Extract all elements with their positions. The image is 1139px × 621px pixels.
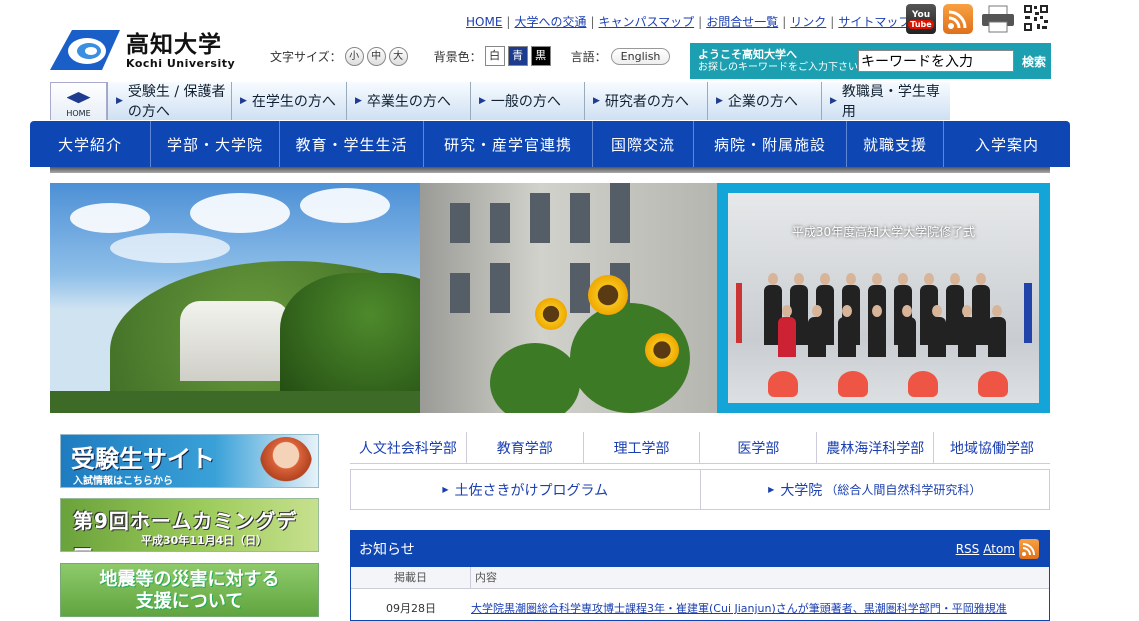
news-date: 09月28日	[386, 602, 436, 615]
audience-researchers[interactable]: ▶ 研究者の方へ	[584, 82, 707, 120]
graduation-ceremony-photo: 平成30年度高知大学大学院修了式	[728, 193, 1039, 403]
nav-admissions[interactable]: 入学案内	[944, 121, 1070, 167]
featured-photo[interactable]: 平成30年度高知大学大学院修了式	[717, 183, 1050, 413]
link-campus-map[interactable]: キャンパスマップ	[599, 15, 695, 29]
bg-white-button[interactable]: 白	[484, 46, 505, 66]
audience-nav: HOME ▶ 受験生 / 保護者の方へ ▶ 在学生の方へ ▶ 卒業生の方へ ▶ 一般の方…	[50, 82, 1050, 120]
bg-color-label: 背景色：	[433, 49, 482, 64]
youtube-icon[interactable]: You Tube	[906, 4, 936, 34]
nav-international[interactable]: 国際交流	[593, 121, 694, 167]
hero-image	[50, 183, 717, 413]
nav-hospital[interactable]: 病院・附属施設	[694, 121, 847, 167]
social-tools: You Tube	[906, 4, 1049, 34]
graduation-cap-icon	[66, 92, 91, 104]
rss-link[interactable]: RSS	[956, 542, 980, 556]
homecoming-day-banner[interactable]: 第9回ホームカミングデー 平成30年11月4日（日）	[60, 498, 319, 552]
print-icon[interactable]	[980, 4, 1016, 34]
graduate-school-link[interactable]: ▶ 大学院 （総合人間自然科学研究科）	[701, 470, 1050, 509]
audience-public[interactable]: ▶ 一般の方へ	[470, 82, 584, 120]
search-button[interactable]: 検索	[1022, 53, 1046, 70]
site-search: ようこそ高知大学へ お探しのキーワードをご入力下さい 検索	[690, 43, 1051, 79]
nav-education[interactable]: 教育・学生生活	[280, 121, 424, 167]
link-sitemap[interactable]: サイトマップ	[838, 15, 910, 29]
nav-divider	[50, 167, 1050, 173]
nav-about[interactable]: 大学紹介	[30, 121, 151, 167]
news-link[interactable]: 大学院黒潮圏総合科学専攻博士課程3年・崔建軍(Cui Jianjun)さんが筆頭…	[471, 600, 1007, 616]
atom-link[interactable]: Atom	[983, 542, 1015, 556]
english-button[interactable]: English	[610, 47, 671, 65]
news-table-header: 掲載日 内容	[351, 567, 1049, 589]
home-tab[interactable]: HOME	[50, 82, 107, 120]
link-home[interactable]: HOME	[466, 15, 502, 29]
news-title: お知らせ	[359, 542, 415, 558]
faculty-links: 人文社会科学部 教育学部 理工学部 医学部 農林海洋科学部 地域協働学部	[350, 432, 1050, 464]
display-settings: 文字サイズ： 小 中 大 背景色： 白 青 黒 言語： English	[270, 46, 671, 66]
utility-links: HOME | 大学への交通 | キャンパスマップ | お問合せ一覧 | リンク | サイトマップ	[466, 15, 911, 29]
logo-title-en: Kochi University	[126, 56, 236, 70]
main-nav: 大学紹介 学部・大学院 教育・学生生活 研究・産学官連携 国際交流 病院・附属施…	[30, 121, 1070, 167]
search-input[interactable]	[858, 50, 1014, 72]
search-welcome: ようこそ高知大学へ お探しのキーワードをご入力下さい	[698, 47, 858, 73]
photo-caption: 平成30年度高知大学大学院修了式	[791, 225, 976, 239]
program-links: ▶ 土佐さきがけプログラム ▶ 大学院 （総合人間自然科学研究科）	[350, 469, 1050, 510]
rss-icon[interactable]	[943, 4, 973, 34]
link-contact[interactable]: お問合せ一覧	[706, 15, 778, 29]
link-links[interactable]: リンク	[790, 15, 826, 29]
prospective-students-banner[interactable]: 受験生サイト 入試情報はこちらから	[60, 434, 319, 488]
link-access[interactable]: 大学への交通	[514, 15, 586, 29]
bg-blue-button[interactable]: 青	[507, 46, 528, 66]
nav-career[interactable]: 就職支援	[847, 121, 944, 167]
font-size-small-button[interactable]: 小	[344, 46, 364, 66]
site-logo[interactable]: 高知大学 Kochi University	[50, 28, 240, 74]
bg-black-button[interactable]: 黒	[530, 46, 551, 66]
faculty-regional-collaboration[interactable]: 地域協働学部	[934, 432, 1050, 463]
disaster-support-banner[interactable]: 地震等の災害に対する 支援について	[60, 563, 319, 617]
faculty-medicine[interactable]: 医学部	[700, 432, 818, 463]
qr-code-icon[interactable]	[1023, 4, 1049, 32]
audience-prospective[interactable]: ▶ 受験生 / 保護者の方へ	[107, 82, 231, 120]
font-size-large-button[interactable]: 大	[388, 46, 408, 66]
faculty-humanities[interactable]: 人文社会科学部	[350, 432, 467, 463]
audience-current-students[interactable]: ▶ 在学生の方へ	[231, 82, 346, 120]
news-item: 09月28日 大学院黒潮圏総合科学専攻博士課程3年・崔建軍(Cui Jianju…	[351, 589, 1049, 616]
logo-title-ja: 高知大学	[126, 31, 222, 58]
font-size-medium-button[interactable]: 中	[366, 46, 386, 66]
university-emblem-icon	[50, 30, 120, 72]
student-illustration-icon	[260, 437, 312, 487]
nav-faculties[interactable]: 学部・大学院	[151, 121, 280, 167]
font-size-label: 文字サイズ：	[270, 49, 342, 64]
faculty-education[interactable]: 教育学部	[467, 432, 584, 463]
faculty-science-tech[interactable]: 理工学部	[584, 432, 701, 463]
audience-alumni[interactable]: ▶ 卒業生の方へ	[346, 82, 470, 120]
news-panel: お知らせ RSS Atom 掲載日 内容 09月28日 大学院黒潮圏総合科学専攻…	[350, 530, 1050, 621]
audience-companies[interactable]: ▶ 企業の方へ	[707, 82, 821, 120]
language-label: 言語：	[570, 49, 607, 64]
nav-research[interactable]: 研究・産学官連携	[424, 121, 593, 167]
feed-icon[interactable]	[1019, 539, 1039, 559]
tosa-sakigake-program-link[interactable]: ▶ 土佐さきがけプログラム	[351, 470, 701, 509]
audience-staff[interactable]: ▶ 教職員・学生専用	[821, 82, 950, 120]
faculty-agriculture-marine[interactable]: 農林海洋科学部	[817, 432, 935, 463]
